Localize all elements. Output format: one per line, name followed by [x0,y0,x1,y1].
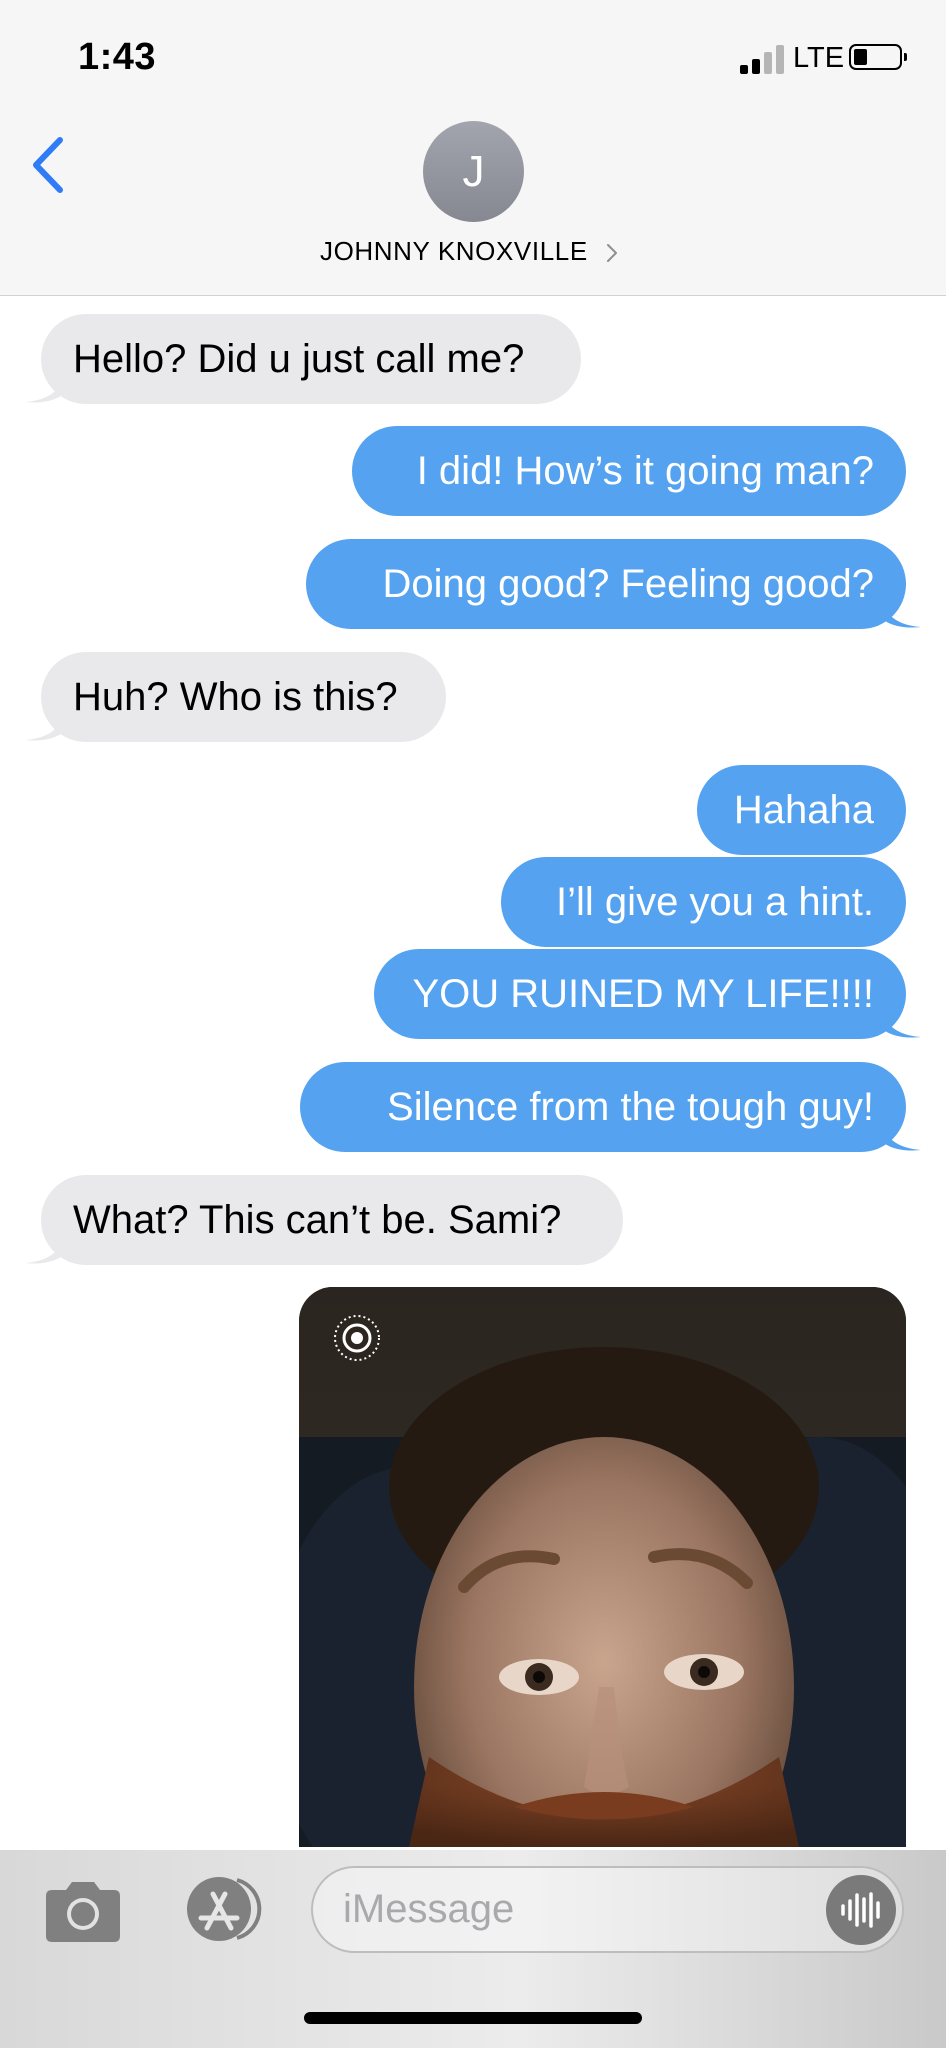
bubble-tail [881,595,921,628]
bubble-tail [25,1231,65,1264]
bubble-tail [25,370,65,403]
imessage-placeholder: iMessage [343,1887,515,1931]
imessage-input[interactable]: iMessage [311,1866,904,1953]
sent-message[interactable]: I did! How’s it going man? [352,426,906,516]
sent-message[interactable]: Silence from the tough guy! [300,1062,906,1152]
app-store-icon[interactable] [177,1876,267,1942]
bubble-tail [881,1118,921,1151]
received-message[interactable]: What? This can’t be. Sami? [41,1175,623,1265]
sent-message[interactable]: Hahaha [697,765,906,855]
network-type: LTE [793,42,845,74]
back-chevron-icon[interactable] [26,130,76,200]
camera-icon[interactable] [42,1882,124,1942]
battery-icon [849,44,907,70]
photo-selfie [299,1287,906,1847]
audio-waveform-icon[interactable] [824,1873,898,1947]
sent-message[interactable]: YOU RUINED MY LIFE!!!! [374,949,906,1039]
received-message[interactable]: Hello? Did u just call me? [41,314,581,404]
live-photo-icon[interactable] [331,1312,383,1364]
sent-message[interactable]: I’ll give you a hint. [501,857,906,947]
home-indicator[interactable] [304,2012,642,2024]
bubble-tail [25,708,65,741]
contact-avatar[interactable]: J [423,121,524,222]
sent-message[interactable]: Doing good? Feeling good? [306,539,906,629]
status-time: 1:43 [78,36,157,78]
contact-details-chevron-icon[interactable] [604,241,620,265]
bubble-tail [881,1005,921,1038]
received-message[interactable]: Huh? Who is this? [41,652,446,742]
contact-name[interactable]: JOHNNY KNOXVILLE [320,236,626,267]
status-bar: 1:43 LTE [0,0,946,115]
live-photo-message[interactable] [299,1287,906,1847]
signal-strength-icon [740,44,786,74]
